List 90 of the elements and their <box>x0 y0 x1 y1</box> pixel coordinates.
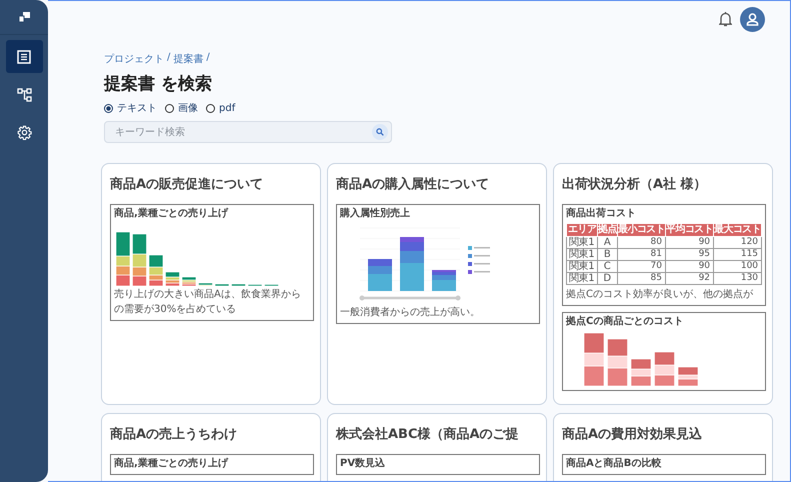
table-cell: 90 <box>666 236 714 248</box>
legend-item <box>468 262 490 266</box>
document-card[interactable]: 商品Aの購入属性について 購入属性別売上 一般消費者からの売上が高い。 <box>327 163 547 405</box>
chart-bar <box>678 366 698 386</box>
table-cell: 関東1 <box>566 272 598 284</box>
hierarchy-icon <box>16 88 32 102</box>
table-cell: B <box>598 248 618 260</box>
chart-bar <box>368 259 392 291</box>
radio-button[interactable] <box>165 104 174 112</box>
table-cell: 130 <box>714 272 762 284</box>
chart-bar <box>132 234 147 286</box>
table-cell: 85 <box>617 272 666 284</box>
preview-caption: 拠点Cの商品ごとのコスト <box>566 315 684 329</box>
legend-item <box>468 270 490 274</box>
radio-label: 画像 <box>178 102 198 115</box>
chart-bar <box>148 254 164 286</box>
table-cell: 関東1 <box>566 236 598 248</box>
document-card[interactable]: 商品Aの売上うちわけ 商品,業種ごとの売り上げ <box>101 413 321 481</box>
table-cell: 92 <box>666 272 714 284</box>
chart-bar <box>607 338 628 386</box>
radio-button[interactable] <box>104 104 113 112</box>
radio-option[interactable]: 画像 <box>165 101 198 115</box>
radio-option[interactable]: pdf <box>206 101 236 115</box>
radio-label: pdf <box>219 102 236 114</box>
chart-bar <box>432 270 456 291</box>
table-cell: 120 <box>714 236 762 248</box>
table-cell: 関東1 <box>566 248 598 260</box>
breadcrumb-link[interactable]: プロジェクト <box>104 52 164 66</box>
preview-caption: 商品出荷コスト <box>566 207 637 221</box>
preview-caption: 商品,業種ごとの売り上げ <box>114 457 230 471</box>
chart-bar <box>231 284 246 286</box>
preview-note: 拠点Cのコスト効率が良いが、他の拠点が <box>566 288 754 302</box>
card-title: 株式会社ABC様（商品Aのご提 <box>336 426 520 443</box>
table-cell: 95 <box>666 248 714 260</box>
chart-bar <box>584 332 604 386</box>
logo-icon <box>18 12 30 22</box>
preview-note: 一般消費者からの売上が高い。 <box>340 306 481 320</box>
table-cell: C <box>598 260 618 272</box>
table-cell: 81 <box>617 248 666 260</box>
table-cell: 80 <box>617 236 666 248</box>
avatar-icon[interactable] <box>740 6 765 32</box>
card-title: 商品Aの費用対効果見込 <box>562 426 704 443</box>
chart-bar <box>630 358 652 386</box>
document-card[interactable]: 株式会社ABC様（商品Aのご提 PV数見込 <box>327 413 547 481</box>
breadcrumb-separator: / <box>167 52 170 65</box>
preview-caption: PV数見込 <box>340 457 386 471</box>
chart-bar <box>165 272 180 286</box>
page-title: 提案書 を検索 <box>104 73 213 95</box>
table-cell: D <box>598 272 618 284</box>
preview-caption: 購入属性別売上 <box>340 207 411 221</box>
bell-icon[interactable] <box>719 11 732 27</box>
card-title: 商品Aの売上うちわけ <box>110 426 238 443</box>
column-header: エリア <box>566 224 598 236</box>
preview-note: 売り上げの大きい商品Aは、飲食業界からの需要が30%を占めている <box>114 288 302 317</box>
legend-item <box>468 246 490 250</box>
chart-bar <box>198 282 213 286</box>
document-card[interactable]: 商品Aの費用対効果見込 商品Aと商品Bの比較 <box>553 413 773 481</box>
document-card[interactable]: 商品Aの販売促進について 商品,業種ごとの売り上げ 売り上げの大きい商品Aは、飲食業界からの需要が30%を占めている <box>101 163 321 405</box>
card-title: 商品Aの販売促進について <box>110 176 264 193</box>
document-card[interactable]: 出荷状況分析（A社 様） 商品出荷コスト エリア 拠点最小コスト 平均コスト 最大コスト 関東1 A 80 90 120 関東1 B 81 95 115 関東1 C 70 90 100 関東1 D 85 92 130 拠点Cのコスト効率が良いが、他の拠点が 拠点Cの商品ごとのコスト <box>553 163 773 405</box>
search-field[interactable]: キーワード検索 <box>104 121 392 143</box>
settings-icon <box>16 125 32 140</box>
breadcrumb-link[interactable]: 提案書 <box>173 52 204 66</box>
breadcrumb-separator: / <box>206 52 210 65</box>
chart-bar <box>214 284 230 286</box>
card-title: 商品Aの購入属性について <box>336 176 490 193</box>
chart-bar <box>654 352 675 386</box>
column-header: 平均コスト <box>666 224 714 236</box>
radio-button[interactable] <box>206 104 215 112</box>
card-title: 出荷状況分析（A社 様） <box>562 176 708 193</box>
table-cell: 100 <box>714 260 762 272</box>
column-header: 最大コスト <box>714 224 762 236</box>
column-header: 拠点 <box>598 224 618 236</box>
table-cell: 関東1 <box>566 260 598 272</box>
table-cell: 90 <box>666 260 714 272</box>
search-icon <box>376 128 384 136</box>
legend-item <box>468 254 490 258</box>
radio-option[interactable]: テキスト <box>104 101 157 115</box>
table-cell: A <box>598 236 618 248</box>
preview-caption: 商品Aと商品Bの比較 <box>566 457 662 471</box>
chart-bar <box>116 232 130 286</box>
preview-caption: 商品,業種ごとの売り上げ <box>114 207 230 221</box>
table-cell: 115 <box>714 248 762 260</box>
list-icon <box>17 50 31 64</box>
nav-item[interactable] <box>6 40 42 73</box>
chart-bar <box>182 276 196 286</box>
table-cell: 70 <box>617 260 666 272</box>
column-header: 最小コスト <box>617 224 666 236</box>
chart-bar <box>400 237 424 291</box>
radio-label: テキスト <box>117 102 157 115</box>
